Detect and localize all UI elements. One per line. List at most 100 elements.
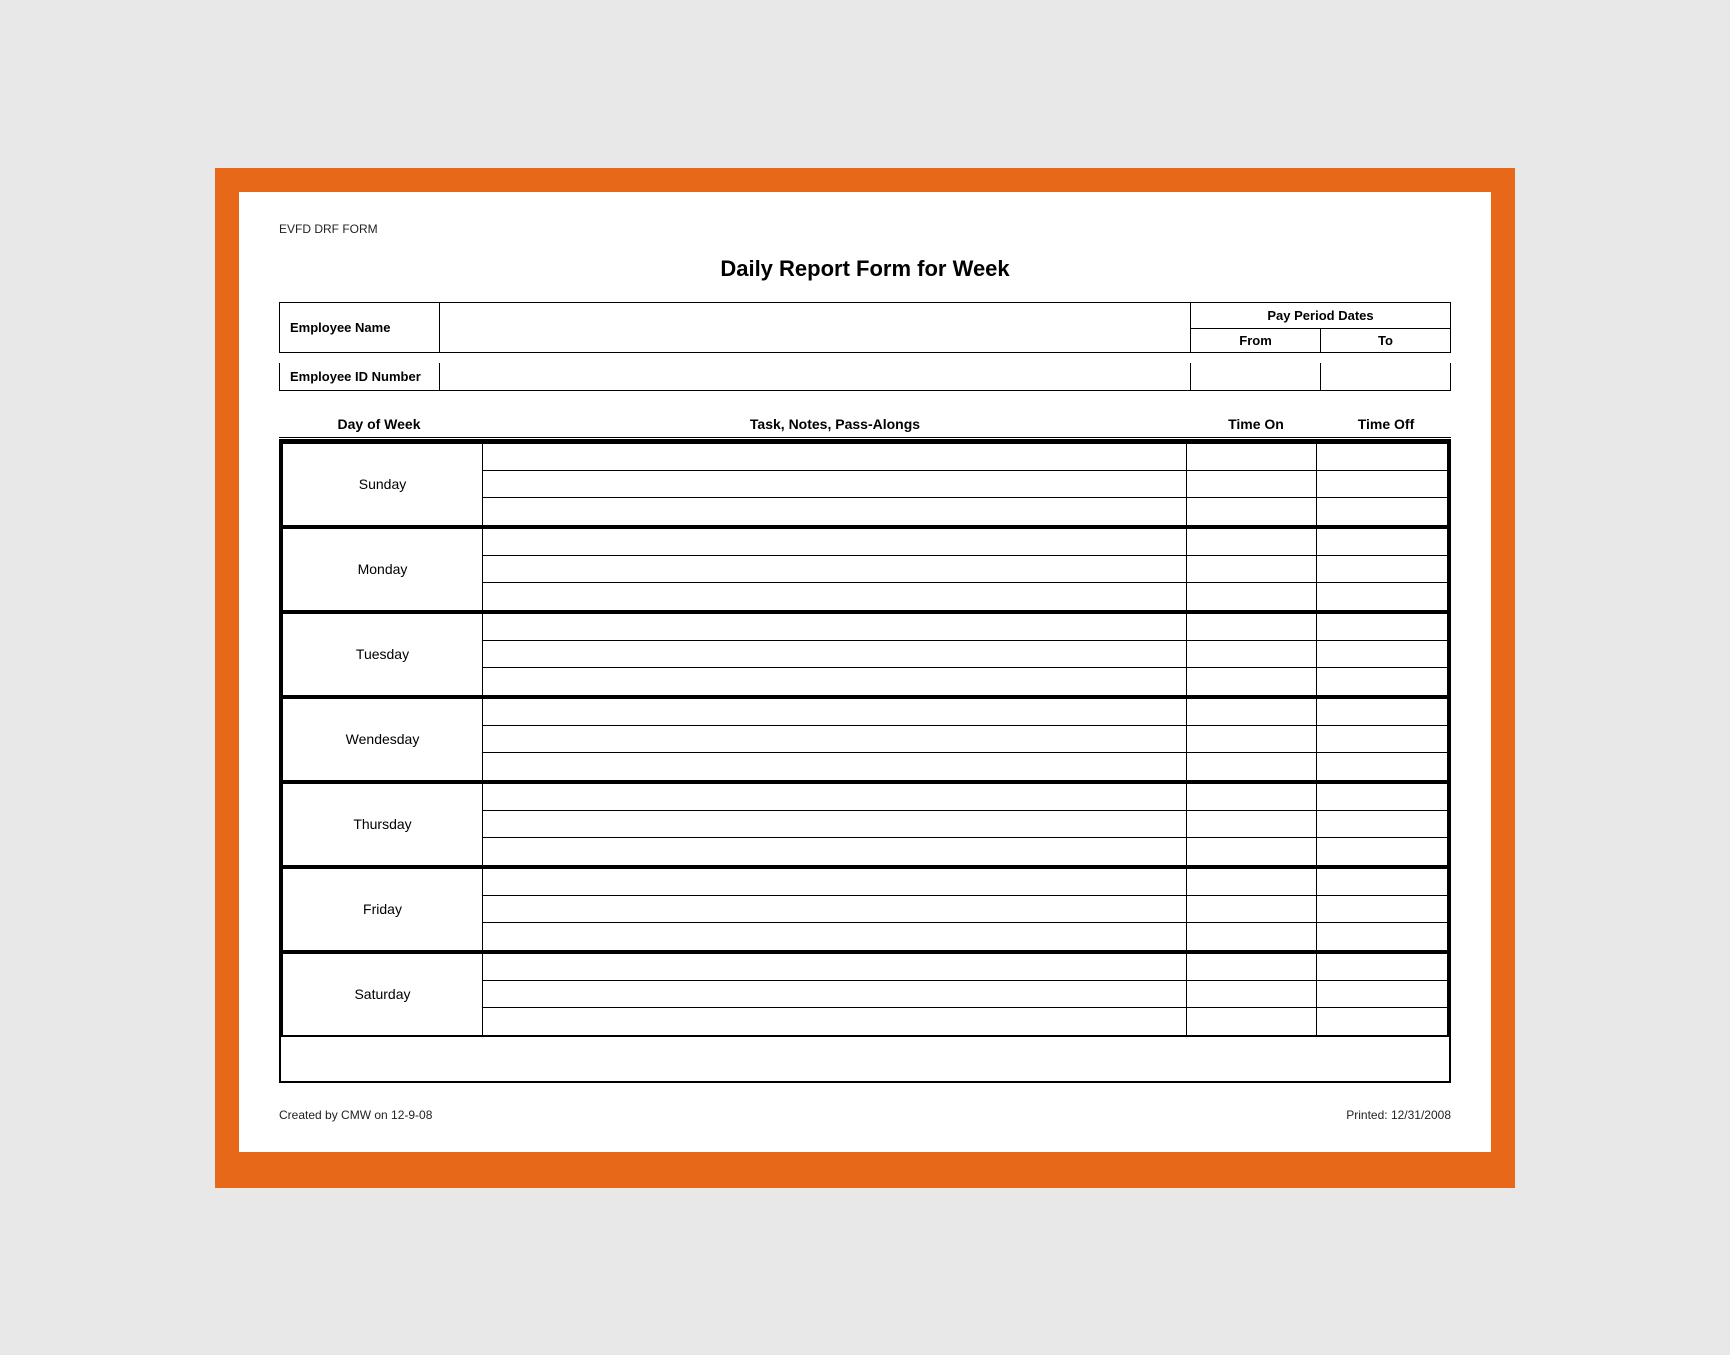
time-off-cell[interactable]	[1317, 444, 1447, 471]
day-label: Thursday	[283, 784, 483, 865]
inner-border: EVFD DRF FORM Daily Report Form for Week…	[233, 186, 1497, 1158]
task-line[interactable]	[483, 954, 1186, 981]
task-line[interactable]	[483, 726, 1186, 753]
time-on-cell[interactable]	[1187, 1008, 1316, 1034]
employee-name-input[interactable]	[440, 303, 1190, 352]
day-label: Tuesday	[283, 614, 483, 695]
time-on-cell[interactable]	[1187, 471, 1316, 498]
time-on-cell[interactable]	[1187, 923, 1316, 949]
task-line[interactable]	[483, 981, 1186, 1008]
footer: Created by CMW on 12-9-08 Printed: 12/31…	[279, 1108, 1451, 1122]
time-off-cell[interactable]	[1317, 784, 1447, 811]
task-cell[interactable]	[483, 699, 1187, 780]
table-row: Sunday	[281, 442, 1449, 527]
time-off-cells	[1317, 529, 1447, 610]
task-line[interactable]	[483, 529, 1186, 556]
task-line[interactable]	[483, 471, 1186, 498]
time-on-cell[interactable]	[1187, 614, 1316, 641]
time-off-cell[interactable]	[1317, 838, 1447, 864]
col-tasks-header: Task, Notes, Pass-Alongs	[479, 416, 1191, 432]
time-on-cell[interactable]	[1187, 811, 1316, 838]
task-line[interactable]	[483, 923, 1186, 949]
time-on-cell[interactable]	[1187, 641, 1316, 668]
time-off-cell[interactable]	[1317, 981, 1447, 1008]
time-off-cell[interactable]	[1317, 896, 1447, 923]
time-off-cell[interactable]	[1317, 583, 1447, 609]
task-line[interactable]	[483, 668, 1186, 694]
task-line[interactable]	[483, 556, 1186, 583]
task-cell[interactable]	[483, 784, 1187, 865]
task-line[interactable]	[483, 784, 1186, 811]
time-off-cell[interactable]	[1317, 641, 1447, 668]
time-off-cell[interactable]	[1317, 668, 1447, 694]
employee-name-label: Employee Name	[280, 303, 440, 352]
employee-name-row: Employee Name Pay Period Dates From To	[279, 302, 1451, 353]
time-off-cell[interactable]	[1317, 954, 1447, 981]
page-title: Daily Report Form for Week	[279, 256, 1451, 282]
time-on-cell[interactable]	[1187, 498, 1316, 524]
task-cell[interactable]	[483, 614, 1187, 695]
time-off-cells	[1317, 869, 1447, 950]
day-label: Sunday	[283, 444, 483, 525]
time-off-cell[interactable]	[1317, 1008, 1447, 1034]
pay-to-field[interactable]	[1321, 363, 1450, 390]
to-label: To	[1321, 329, 1450, 352]
time-on-cell[interactable]	[1187, 726, 1316, 753]
task-line[interactable]	[483, 498, 1186, 524]
day-label: Friday	[283, 869, 483, 950]
task-line[interactable]	[483, 811, 1186, 838]
task-cell[interactable]	[483, 869, 1187, 950]
day-label: Saturday	[283, 954, 483, 1035]
employee-id-label: Employee ID Number	[280, 363, 440, 390]
time-on-cell[interactable]	[1187, 529, 1316, 556]
time-off-cell[interactable]	[1317, 529, 1447, 556]
time-off-cell[interactable]	[1317, 726, 1447, 753]
task-cell[interactable]	[483, 529, 1187, 610]
employee-id-input[interactable]	[440, 363, 1190, 390]
time-off-cell[interactable]	[1317, 869, 1447, 896]
task-cell[interactable]	[483, 444, 1187, 525]
time-on-cell[interactable]	[1187, 583, 1316, 609]
time-on-cell[interactable]	[1187, 954, 1316, 981]
time-off-cell[interactable]	[1317, 699, 1447, 726]
time-off-cell[interactable]	[1317, 614, 1447, 641]
time-on-cell[interactable]	[1187, 556, 1316, 583]
task-line[interactable]	[483, 896, 1186, 923]
table-row: Thursday	[281, 782, 1449, 867]
time-on-cells	[1187, 954, 1317, 1035]
time-on-cells	[1187, 444, 1317, 525]
time-on-cell[interactable]	[1187, 869, 1316, 896]
time-on-cell[interactable]	[1187, 444, 1316, 471]
pay-from-field[interactable]	[1191, 363, 1321, 390]
task-line[interactable]	[483, 614, 1186, 641]
task-line[interactable]	[483, 1008, 1186, 1034]
time-on-cell[interactable]	[1187, 668, 1316, 694]
task-line[interactable]	[483, 699, 1186, 726]
task-line[interactable]	[483, 838, 1186, 864]
page: EVFD DRF FORM Daily Report Form for Week…	[239, 192, 1491, 1152]
time-off-cell[interactable]	[1317, 753, 1447, 779]
task-cell[interactable]	[483, 954, 1187, 1035]
pay-period-label: Pay Period Dates	[1191, 303, 1450, 329]
time-off-cell[interactable]	[1317, 498, 1447, 524]
task-line[interactable]	[483, 444, 1186, 471]
time-on-cell[interactable]	[1187, 896, 1316, 923]
task-line[interactable]	[483, 753, 1186, 779]
time-off-cell[interactable]	[1317, 811, 1447, 838]
time-on-cell[interactable]	[1187, 838, 1316, 864]
outer-border: EVFD DRF FORM Daily Report Form for Week…	[215, 168, 1515, 1188]
time-on-cells	[1187, 529, 1317, 610]
time-off-cell[interactable]	[1317, 556, 1447, 583]
task-line[interactable]	[483, 869, 1186, 896]
form-label: EVFD DRF FORM	[279, 222, 1451, 236]
time-on-cell[interactable]	[1187, 753, 1316, 779]
table-row: Saturday	[281, 952, 1449, 1037]
col-time-on-header: Time On	[1191, 416, 1321, 432]
time-on-cell[interactable]	[1187, 699, 1316, 726]
task-line[interactable]	[483, 641, 1186, 668]
task-line[interactable]	[483, 583, 1186, 609]
time-on-cell[interactable]	[1187, 784, 1316, 811]
time-off-cell[interactable]	[1317, 923, 1447, 949]
time-on-cell[interactable]	[1187, 981, 1316, 1008]
time-off-cell[interactable]	[1317, 471, 1447, 498]
